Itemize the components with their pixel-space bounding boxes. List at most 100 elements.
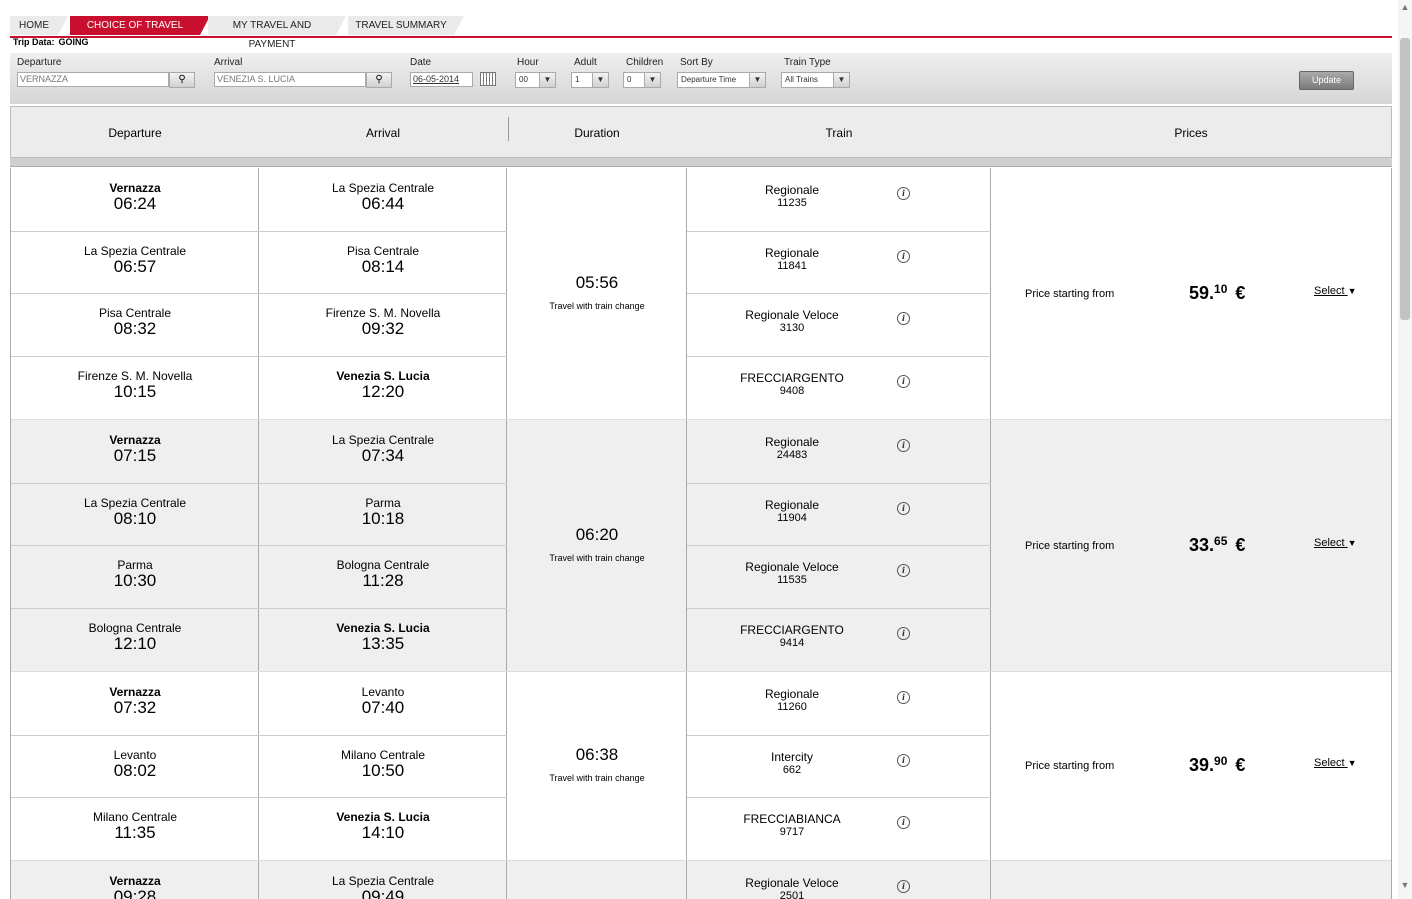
info-icon[interactable]: i [897,375,910,388]
scroll-down-icon[interactable]: ▼ [1400,880,1410,892]
arrival-time: 07:34 [361,446,405,465]
arrival-time: 10:18 [361,509,405,528]
hour-select[interactable]: 00 ▼ [515,72,556,88]
arrival-cell: Pisa Centrale 08:14 [259,231,507,294]
arrival-time: 08:14 [361,257,405,276]
departure-cell: Firenze S. M. Novella 10:15 [11,356,259,419]
search-filters: Departure VERNAZZA ⚲ Arrival VENEZIA S. … [10,53,1392,104]
column-divider [990,861,991,899]
info-icon[interactable]: i [897,250,910,263]
sort-by-label: Sort By [680,57,713,68]
info-icon[interactable]: i [897,439,910,452]
calendar-icon[interactable] [480,72,496,86]
column-arrival: Arrival [365,126,400,140]
select-button[interactable]: Select ▼ [1314,757,1357,769]
train-name: Regionale Veloce [745,308,839,322]
train-cell: Regionale Veloce 11535 [687,545,897,608]
departure-cell: Levanto 08:02 [11,735,259,798]
chevron-down-icon: ▼ [749,73,765,87]
arrival-time: 12:20 [361,382,405,401]
arrival-cell: La Spezia Centrale 06:44 [259,168,507,231]
duration-value: 05:56 [575,273,619,292]
train-change-note: Travel with train change [549,773,645,783]
departure-cell: Parma 10:30 [11,545,259,608]
results-list: Vernazza 06:24 La Spezia Centrale 06:44 … [10,168,1392,899]
children-select[interactable]: 0 ▼ [623,72,661,88]
date-label: Date [410,57,432,68]
sort-by-select[interactable]: Departure Time ▼ [677,72,766,88]
chevron-down-icon: ▼ [1347,758,1357,768]
info-icon[interactable]: i [897,754,910,767]
tab-home[interactable]: HOME [10,16,68,35]
departure-time: 07:15 [113,446,157,465]
departure-time: 09:28 [113,887,157,899]
tab-choice-of-travel[interactable]: CHOICE OF TRAVEL [70,16,210,35]
departure-input[interactable]: VERNAZZA [17,72,169,87]
info-icon[interactable]: i [897,691,910,704]
train-cell: Regionale 24483 [687,420,897,483]
scroll-up-icon[interactable]: ▲ [1400,2,1410,14]
train-type-select[interactable]: All Trains ▼ [781,72,850,88]
train-number: 2501 [779,890,805,899]
select-button[interactable]: Select ▼ [1314,537,1357,549]
price-label: Price starting from [1025,288,1115,300]
header-separator [10,158,1392,167]
info-icon[interactable]: i [897,816,910,829]
search-icon: ⚲ [375,74,383,85]
duration-value: 06:38 [575,745,619,764]
train-cell: Regionale 11841 [687,231,897,294]
departure-cell: Pisa Centrale 08:32 [11,293,259,356]
tab-travel-summary[interactable]: TRAVEL SUMMARY [348,16,464,35]
date-input[interactable]: 06-05-2014 [410,72,473,87]
train-change-note: Travel with train change [549,301,645,311]
info-icon[interactable]: i [897,187,910,200]
arrival-search-button[interactable]: ⚲ [366,72,392,88]
info-icon[interactable]: i [897,312,910,325]
train-number: 3130 [779,322,805,334]
info-icon[interactable]: i [897,564,910,577]
arrival-cell: Milano Centrale 10:50 [259,735,507,798]
update-button[interactable]: Update [1299,71,1354,90]
train-name: Regionale [764,435,820,449]
departure-time: 12:10 [113,634,157,653]
info-icon[interactable]: i [897,502,910,515]
train-change-note: Travel with train change [549,553,645,563]
arrival-time: 10:50 [361,761,405,780]
price-label: Price starting from [1025,540,1115,552]
scrollbar-thumb[interactable] [1400,38,1410,320]
info-icon[interactable]: i [897,627,910,640]
train-number: 9717 [779,826,805,838]
train-cell: Intercity 662 [687,735,897,798]
departure-time: 06:57 [113,257,157,276]
departure-cell: Vernazza 07:15 [11,420,259,483]
departure-time: 10:30 [113,571,157,590]
column-departure: Departure [108,126,162,140]
scrollbar[interactable]: ▲ ▼ [1398,0,1412,899]
train-number: 11904 [777,512,807,524]
price-label: Price starting from [1025,760,1115,772]
info-icon[interactable]: i [897,880,910,893]
results-header: Departure Arrival Duration Train Prices [10,106,1392,158]
adult-select[interactable]: 1 ▼ [571,72,609,88]
result-group: Vernazza 07:15 La Spezia Centrale 07:34 … [11,420,1391,672]
arrival-time: 11:28 [362,571,404,590]
train-cell: FRECCIARGENTO 9414 [687,608,897,671]
train-cell: FRECCIARGENTO 9408 [687,356,897,419]
result-group: Vernazza 06:24 La Spezia Centrale 06:44 … [11,168,1391,420]
duration-value: 06:20 [575,525,619,544]
result-group: Vernazza 07:32 Levanto 07:40 Regionale 1… [11,672,1391,861]
currency: € [1235,755,1246,775]
train-number: 24483 [776,449,808,461]
arrival-cell: Parma 10:18 [259,483,507,546]
trip-data: Trip Data: GOING [13,37,89,47]
tab-my-travel-and-payment[interactable]: MY TRAVEL AND PAYMENT [208,16,346,50]
arrival-time: 09:32 [361,319,405,338]
column-divider [990,672,991,860]
departure-search-button[interactable]: ⚲ [169,72,195,88]
step-tabs: HOME CHOICE OF TRAVEL MY TRAVEL AND PAYM… [10,14,1392,50]
departure-time: 08:10 [113,509,157,528]
select-button[interactable]: Select ▼ [1314,285,1357,297]
arrival-input[interactable]: VENEZIA S. LUCIA [214,72,366,87]
chevron-down-icon: ▼ [1347,286,1357,296]
currency: € [1235,283,1246,303]
